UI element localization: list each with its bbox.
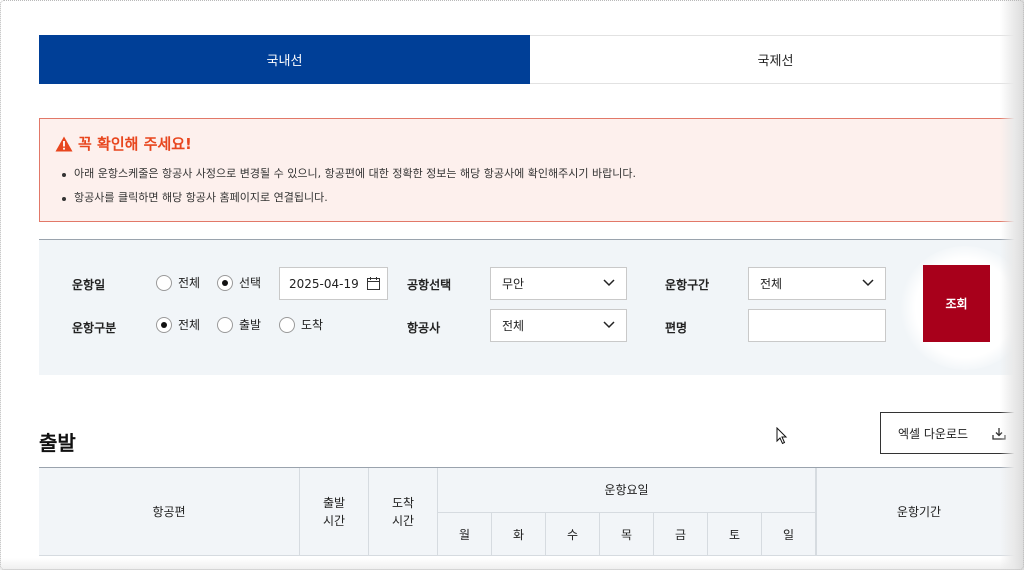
date-select-radio[interactable]: 선택 (217, 274, 261, 291)
col-day: 화 (492, 512, 546, 556)
col-day: 수 (546, 512, 600, 556)
airport-value: 무안 (502, 277, 525, 291)
search-button[interactable]: 조회 (923, 265, 990, 342)
notice-title: 꼭 확인해 주세요! (55, 133, 192, 154)
flight-date-label: 운항일 (72, 278, 106, 292)
date-all-radio[interactable]: 전체 (156, 274, 200, 291)
route-label: 운항구간 (665, 278, 710, 292)
notice-list: 아래 운항스케줄은 항공사 사정으로 변경될 수 있으니, 항공편에 대한 정확… (62, 166, 636, 214)
tab-domestic[interactable]: 국내선 (39, 35, 530, 84)
col-day: 월 (438, 512, 492, 556)
col-day: 금 (654, 512, 708, 556)
radio-circle (156, 274, 172, 291)
notice-item: 아래 운항스케줄은 항공사 사정으로 변경될 수 있으니, 항공편에 대한 정확… (62, 166, 636, 190)
col-flight: 항공편 (39, 468, 300, 556)
type-arrival-radio[interactable]: 도착 (279, 316, 323, 333)
bottom-shadow (0, 558, 1024, 570)
departure-table-header: 항공편 출발 시간 도착 시간 운항요일 월 화 수 목 금 토 일 운항기간 (39, 467, 1021, 556)
flight-no-input[interactable] (748, 309, 886, 342)
airline-value: 전체 (502, 319, 525, 333)
radio-label: 전체 (178, 318, 201, 332)
radio-label: 선택 (239, 276, 262, 290)
col-day: 일 (762, 512, 816, 556)
radio-label: 도착 (301, 318, 324, 332)
notice-item: 항공사를 클릭하면 해당 항공사 홈페이지로 연결됩니다. (62, 190, 636, 214)
date-input[interactable]: 2025-04-19 (279, 267, 388, 300)
radio-label: 전체 (178, 276, 201, 290)
notice-title-text: 꼭 확인해 주세요! (78, 135, 192, 153)
airline-select[interactable]: 전체 (490, 309, 627, 342)
col-day: 목 (600, 512, 654, 556)
calendar-icon[interactable] (367, 277, 380, 290)
radio-circle (279, 316, 295, 333)
route-value: 전체 (760, 277, 783, 291)
scroll-edge-shadow (1000, 0, 1024, 570)
flight-no-label: 편명 (665, 321, 688, 335)
radio-circle (217, 316, 233, 333)
excel-download-label: 엑셀 다운로드 (898, 426, 969, 441)
route-select[interactable]: 전체 (748, 267, 886, 300)
airport-select[interactable]: 무안 (490, 267, 627, 300)
chevron-down-icon (862, 279, 874, 287)
chevron-down-icon (603, 279, 615, 287)
col-dep-time: 출발 시간 (300, 468, 369, 556)
tab-international[interactable]: 국제선 (530, 35, 1021, 84)
type-all-radio[interactable]: 전체 (156, 316, 200, 333)
type-departure-radio[interactable]: 출발 (217, 316, 261, 333)
col-day: 토 (708, 512, 762, 556)
col-arr-time: 도착 시간 (369, 468, 438, 556)
col-days-group: 운항요일 (438, 468, 816, 512)
chevron-down-icon (603, 321, 615, 329)
search-panel: 운항일 전체 선택 2025-04-19 운항구분 전체 출발 도착 공항선택 … (39, 239, 1024, 375)
notice-box: 꼭 확인해 주세요! 아래 운항스케줄은 항공사 사정으로 변경될 수 있으니,… (39, 118, 1021, 222)
col-period: 운항기간 (816, 468, 1021, 556)
date-value: 2025-04-19 (289, 276, 359, 291)
radio-circle (217, 274, 233, 291)
warning-icon (55, 136, 73, 151)
airline-label: 항공사 (407, 321, 441, 335)
airport-label: 공항선택 (407, 278, 452, 292)
mouse-cursor-icon (776, 427, 788, 445)
departure-title: 출발 (39, 431, 76, 455)
radio-circle (156, 316, 172, 333)
flight-type-label: 운항구분 (72, 321, 117, 335)
flight-type-tabs: 국내선 국제선 (39, 35, 1021, 84)
radio-label: 출발 (239, 318, 262, 332)
